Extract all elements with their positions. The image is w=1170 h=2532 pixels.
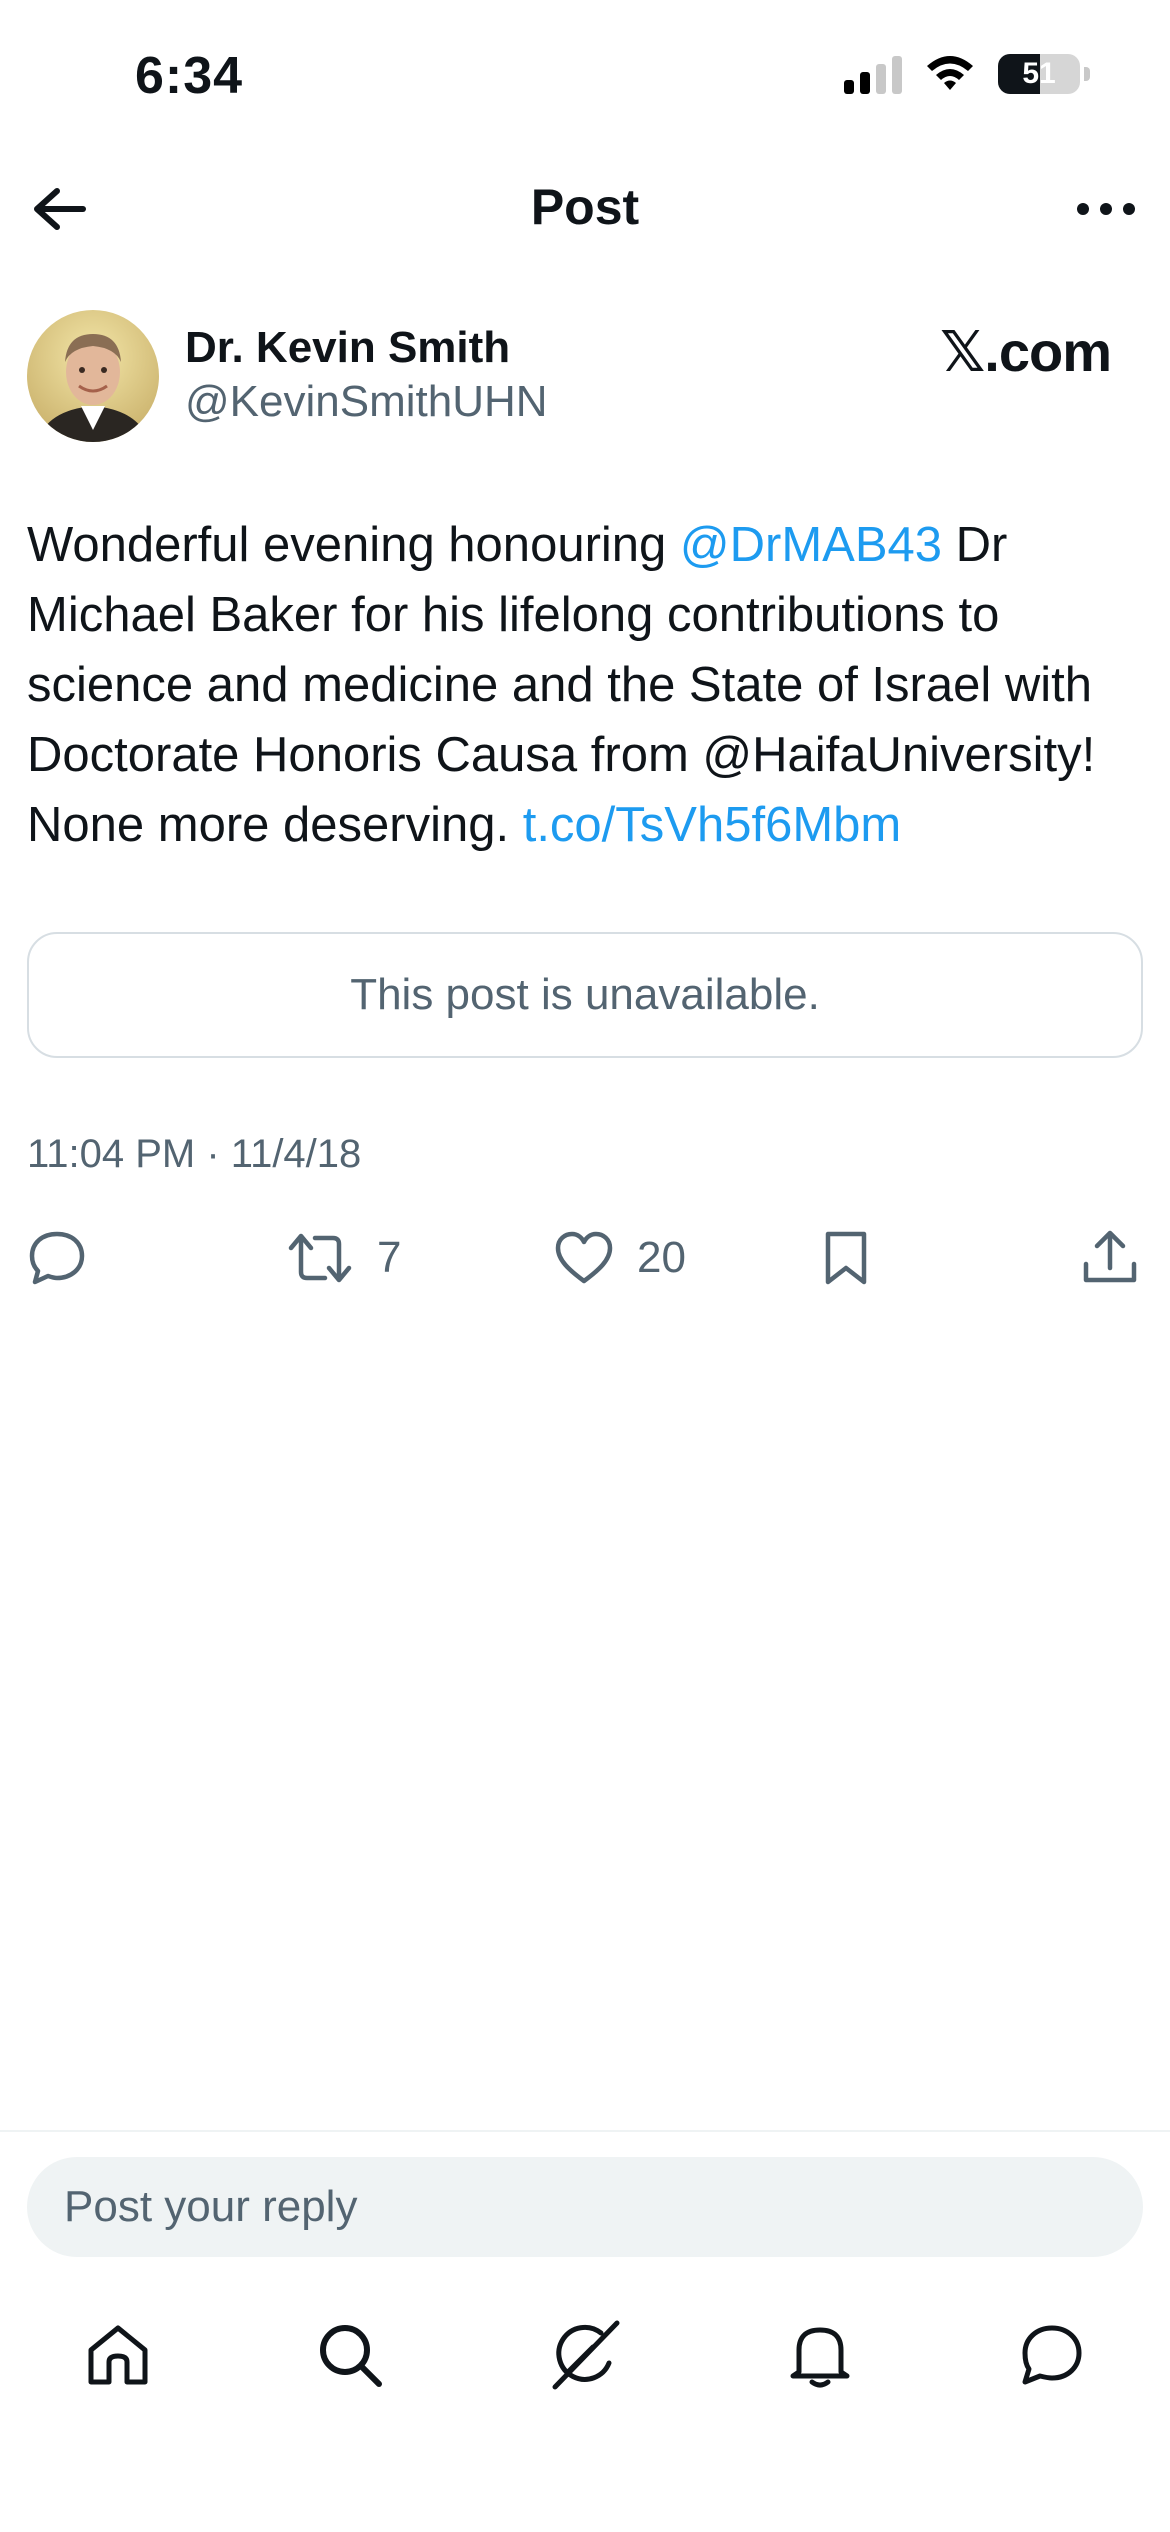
home-icon xyxy=(88,2325,148,2385)
battery-tip xyxy=(1084,67,1090,81)
grok-icon xyxy=(552,2320,620,2390)
wifi-icon xyxy=(927,56,973,90)
avatar[interactable] xyxy=(27,310,159,442)
unavailable-post-card: This post is unavailable. xyxy=(27,932,1143,1058)
tab-grok[interactable] xyxy=(540,2300,630,2410)
tab-bar xyxy=(0,2300,1170,2410)
share-button[interactable] xyxy=(1080,1222,1140,1294)
search-icon xyxy=(320,2325,382,2387)
author-name[interactable]: Dr. Kevin Smith xyxy=(185,323,510,373)
post-actions: 7 20 xyxy=(0,1222,1170,1294)
more-dots-icon xyxy=(1077,203,1135,215)
post-timestamp[interactable]: 11:04 PM · 11/4/18 xyxy=(27,1132,361,1177)
reply-input[interactable] xyxy=(27,2157,1143,2257)
heart-icon xyxy=(555,1231,613,1284)
cellular-signal-icon xyxy=(844,54,902,94)
nav-header: Post xyxy=(0,150,1170,265)
bookmark-button[interactable] xyxy=(820,1222,872,1294)
divider xyxy=(0,2130,1170,2132)
more-options-button[interactable] xyxy=(1066,176,1146,242)
like-button[interactable]: 20 xyxy=(553,1222,686,1294)
mention-link[interactable]: @DrMAB43 xyxy=(680,518,942,572)
post-author: Dr. Kevin Smith @KevinSmithUHN 𝕏.com xyxy=(27,305,1143,445)
status-icons: 51 xyxy=(844,54,1090,94)
tab-notifications[interactable] xyxy=(775,2300,865,2410)
tab-messages[interactable] xyxy=(1007,2300,1097,2410)
reply-icon xyxy=(29,1231,85,1285)
tab-search[interactable] xyxy=(305,2300,395,2410)
status-bar: 6:34 51 xyxy=(0,0,1170,150)
url-link[interactable]: t.co/TsVh5f6Mbm xyxy=(523,798,902,852)
battery-percentage: 51 xyxy=(1022,57,1056,90)
notifications-icon xyxy=(790,2327,850,2388)
tab-home[interactable] xyxy=(73,2300,163,2410)
like-count: 20 xyxy=(637,1233,686,1282)
repost-button[interactable]: 7 xyxy=(285,1222,401,1294)
author-handle[interactable]: @KevinSmithUHN xyxy=(185,377,548,427)
battery-icon: 51 xyxy=(998,54,1080,94)
x-logo: 𝕏.com xyxy=(940,320,1112,383)
post-text: Wonderful evening honouring @DrMAB43 Dr … xyxy=(27,510,1147,860)
messages-icon xyxy=(1022,2325,1082,2385)
status-time: 6:34 xyxy=(135,47,244,105)
page-title: Post xyxy=(530,179,640,235)
repost-icon xyxy=(288,1233,352,1283)
repost-count: 7 xyxy=(377,1233,402,1282)
share-icon xyxy=(1083,1230,1137,1283)
post-text-part: Wonderful evening honouring xyxy=(27,518,680,572)
unavailable-post-text: This post is unavailable. xyxy=(350,970,820,1019)
bookmark-icon xyxy=(825,1231,867,1285)
reply-button[interactable] xyxy=(27,1222,87,1294)
